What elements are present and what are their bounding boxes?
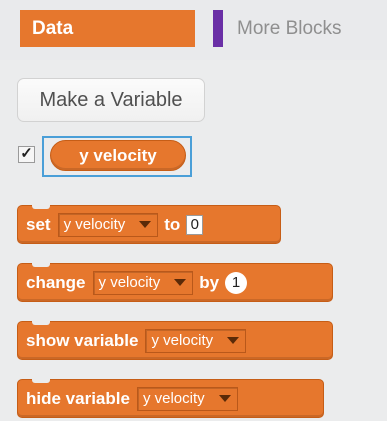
change-keyword: change bbox=[26, 272, 86, 292]
set-variable-dropdown[interactable]: y velocity bbox=[57, 212, 159, 237]
more-blocks-color-swatch bbox=[213, 10, 223, 47]
change-variable-dropdown-value: y velocity bbox=[98, 274, 161, 291]
set-keyword: set bbox=[26, 214, 51, 234]
show-variable-dropdown[interactable]: y velocity bbox=[145, 328, 247, 353]
hide-variable-block[interactable]: hide variable y velocity bbox=[17, 379, 324, 418]
hide-variable-keyword: hide variable bbox=[26, 388, 130, 408]
chevron-down-icon bbox=[227, 337, 240, 344]
category-data-label: Data bbox=[32, 17, 74, 39]
to-keyword: to bbox=[164, 214, 181, 234]
category-more-blocks-label: More Blocks bbox=[237, 17, 342, 39]
variable-visibility-checkbox[interactable]: ✓ bbox=[18, 146, 35, 163]
chevron-down-icon bbox=[218, 395, 231, 402]
hide-variable-dropdown-value: y velocity bbox=[142, 390, 205, 407]
hide-variable-dropdown[interactable]: y velocity bbox=[136, 386, 238, 411]
chevron-down-icon bbox=[139, 221, 152, 228]
set-variable-block[interactable]: set y velocity to 0 bbox=[17, 205, 281, 244]
change-variable-dropdown[interactable]: y velocity bbox=[92, 270, 194, 295]
variable-reporter-block[interactable]: y velocity bbox=[50, 140, 186, 171]
set-variable-dropdown-value: y velocity bbox=[63, 216, 126, 233]
change-variable-block[interactable]: change y velocity by 1 bbox=[17, 263, 333, 302]
chevron-down-icon bbox=[174, 279, 187, 286]
by-keyword: by bbox=[199, 272, 220, 292]
category-data-tab[interactable]: Data bbox=[20, 10, 195, 47]
show-variable-dropdown-value: y velocity bbox=[151, 332, 214, 349]
category-more-blocks-tab[interactable]: More Blocks bbox=[213, 10, 387, 47]
change-value-input[interactable]: 1 bbox=[225, 271, 248, 294]
category-tabs: Data More Blocks bbox=[0, 0, 387, 60]
show-variable-keyword: show variable bbox=[26, 330, 139, 350]
set-value-input[interactable]: 0 bbox=[186, 214, 204, 235]
make-variable-button[interactable]: Make a Variable bbox=[17, 78, 205, 122]
show-variable-block[interactable]: show variable y velocity bbox=[17, 321, 333, 360]
